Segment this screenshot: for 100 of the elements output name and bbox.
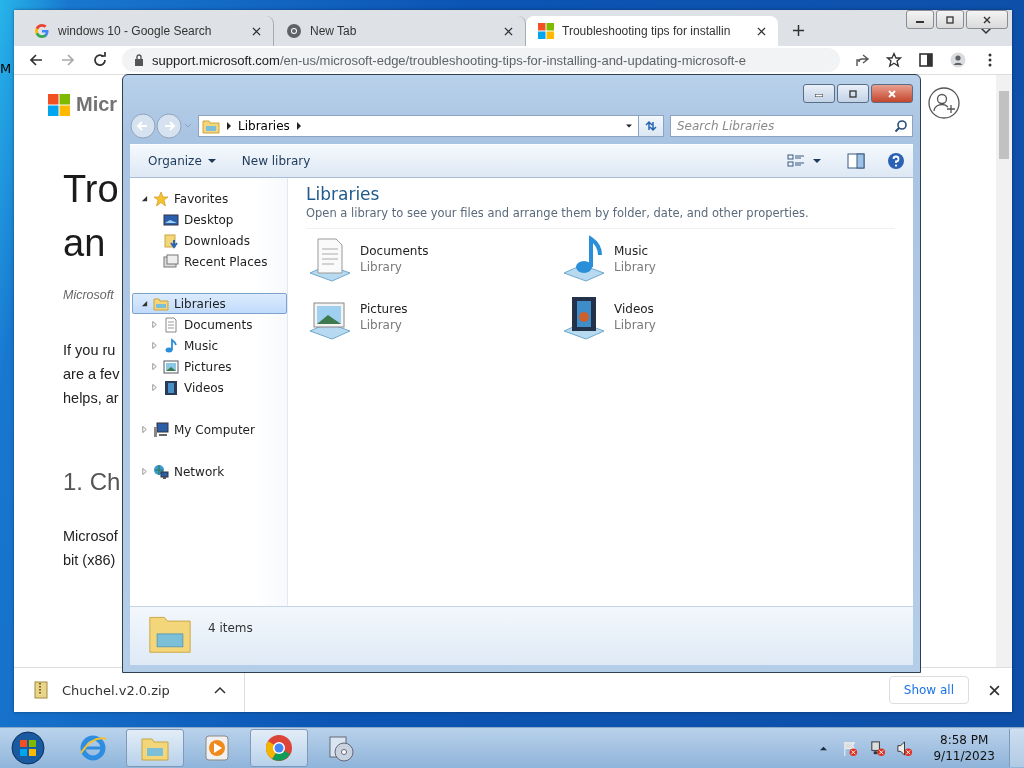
search-field[interactable]: Search Libraries [670, 115, 913, 137]
library-type: Library [360, 318, 403, 332]
close-icon [982, 14, 992, 25]
library-heading: Libraries [306, 184, 381, 204]
show-hidden-icons-icon[interactable] [819, 744, 829, 752]
profile-icon[interactable] [950, 52, 966, 68]
refresh-button[interactable] [638, 116, 663, 136]
downloads-icon [163, 232, 179, 249]
address-bar[interactable]: support.microsoft.com/en-us/microsoft-edge/troubleshooting-tips-for-installing-and-updating-microsoft-e [122, 48, 840, 72]
library-item[interactable]: Videos Library [560, 291, 814, 343]
refresh-icon [644, 119, 658, 133]
preview-pane-icon[interactable] [847, 152, 865, 170]
nav-item[interactable]: Pictures [132, 356, 287, 377]
nav-item[interactable]: Downloads [132, 230, 287, 251]
restore-icon [847, 89, 859, 98]
library-type: Library [614, 318, 656, 332]
start-button[interactable] [10, 730, 46, 766]
library-name: Videos [614, 302, 655, 316]
library-item[interactable]: Music Library [560, 233, 814, 285]
desktop-icon-label: M [0, 61, 12, 76]
address-bar[interactable]: Libraries [198, 115, 664, 137]
nav-item[interactable]: Desktop [132, 209, 287, 230]
flag-alert-icon[interactable] [842, 739, 860, 757]
network-alert-icon[interactable] [869, 739, 887, 757]
windows-logo-icon [538, 23, 554, 39]
desktop-icon [163, 211, 179, 228]
paragraph-text: Microsof [63, 527, 118, 546]
chrome-icon [286, 23, 302, 39]
maximize-button[interactable] [837, 84, 869, 103]
minimize-button[interactable] [906, 10, 934, 29]
forward-icon[interactable] [156, 113, 182, 139]
dropdown-caret-icon[interactable] [626, 122, 632, 130]
forward-icon[interactable] [60, 52, 76, 68]
close-icon[interactable] [504, 26, 513, 36]
star-icon[interactable] [886, 52, 902, 68]
back-icon[interactable] [28, 52, 44, 68]
breadcrumb-arrow-icon [226, 122, 232, 130]
chrome-icon [264, 733, 294, 763]
scrollbar[interactable] [996, 75, 1012, 667]
toolbar-button[interactable]: Organize [140, 149, 224, 173]
star-icon [153, 190, 169, 207]
volume-muted-icon[interactable] [896, 739, 914, 757]
close-icon[interactable] [989, 684, 1000, 696]
browser-tab[interactable]: New Tab [274, 16, 526, 46]
close-icon[interactable] [757, 26, 766, 36]
collapse-icon[interactable] [141, 195, 148, 202]
nav-item[interactable]: My Computer [132, 419, 287, 440]
account-add-icon[interactable] [928, 87, 960, 119]
side-panel-icon[interactable] [918, 52, 934, 68]
library-item[interactable]: Pictures Library [306, 291, 560, 343]
close-icon [886, 89, 898, 98]
documents-icon [163, 316, 179, 333]
library-name: Music [614, 244, 650, 258]
close-button[interactable] [871, 84, 913, 103]
new-tab-icon[interactable] [792, 24, 805, 37]
maximize-button[interactable] [936, 10, 964, 29]
reload-icon[interactable] [92, 52, 108, 68]
tab-title: New Tab [310, 24, 358, 38]
close-icon[interactable] [252, 26, 261, 36]
collapse-icon[interactable] [141, 300, 148, 307]
nav-item[interactable]: Videos [132, 377, 287, 398]
library-item[interactable]: Documents Library [306, 233, 560, 285]
nav-item[interactable]: Music [132, 335, 287, 356]
pictures-icon [163, 358, 179, 375]
chevron-down-icon[interactable] [980, 27, 992, 35]
download-item[interactable]: Chuchel.v2.0.zip [34, 676, 244, 704]
caret-icon [207, 158, 216, 164]
browser-e-icon [78, 733, 108, 763]
zip-file-icon [34, 681, 48, 699]
restore-icon [945, 14, 955, 25]
taskbar-button[interactable] [250, 729, 308, 767]
library-icon [153, 295, 169, 312]
clock[interactable]: 8:58 PM 9/11/2023 [933, 732, 995, 764]
library-name: Pictures [360, 302, 408, 316]
nav-item[interactable]: Favorites [132, 188, 287, 209]
minimize-icon [815, 94, 823, 97]
google-icon [34, 23, 50, 39]
network-icon [153, 463, 169, 480]
nav-item[interactable]: Recent Places [132, 251, 287, 272]
media-player-icon [202, 733, 232, 763]
browser-tab[interactable]: Troubleshooting tips for installin [526, 16, 778, 46]
logo-text: Micr [76, 93, 118, 116]
show-all-button[interactable]: Show all [888, 676, 969, 704]
nav-item[interactable]: Libraries [132, 293, 287, 314]
byline: Microsoft [63, 288, 114, 302]
nav-item[interactable]: Documents [132, 314, 287, 335]
nav-item[interactable]: Network [132, 461, 287, 482]
toolbar-button[interactable]: New library [233, 149, 319, 173]
computer-icon [153, 421, 169, 438]
article-title: Tro [63, 167, 119, 212]
taskbar-button[interactable] [126, 729, 184, 767]
microsoft-logo-icon [48, 93, 70, 116]
minimize-icon [916, 21, 924, 23]
paragraph-text: If you ru [63, 341, 116, 360]
browser-tab[interactable]: windows 10 - Google Search [22, 16, 274, 46]
breadcrumb[interactable]: Libraries [238, 119, 290, 133]
help-icon[interactable] [887, 152, 905, 170]
share-icon[interactable] [854, 52, 870, 68]
library-folder-icon [202, 118, 220, 134]
library-type: Library [360, 260, 403, 274]
